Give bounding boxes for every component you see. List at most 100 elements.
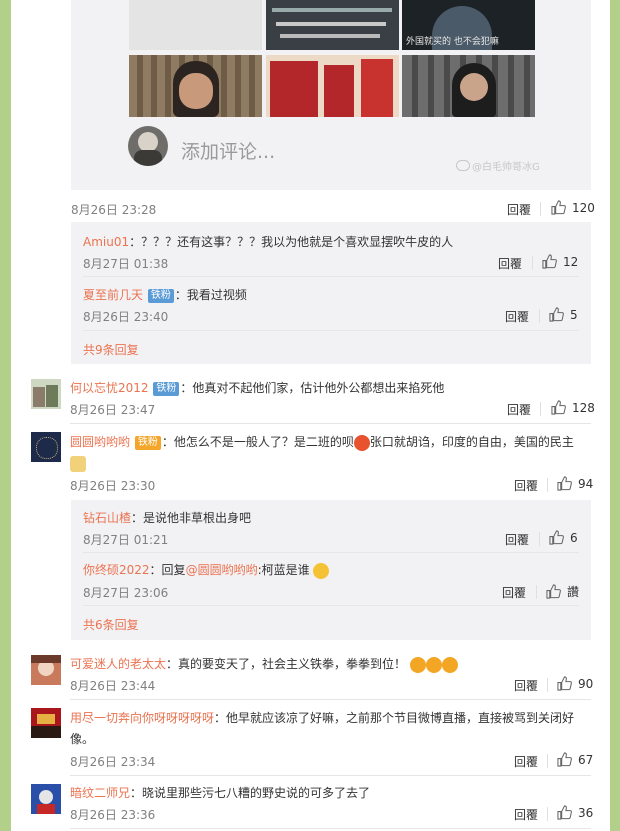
thumbs-up-icon — [549, 530, 564, 545]
reply-item: 钻石山楂：是说他非草根出身吧 — [83, 509, 251, 526]
like-button[interactable]: 6 — [549, 530, 578, 545]
post-image-4[interactable] — [129, 55, 262, 117]
divider — [540, 402, 541, 416]
like-label: 讚 — [567, 585, 580, 599]
like-count: 94 — [578, 476, 594, 491]
like-button[interactable]: 讚 — [546, 583, 579, 600]
comment-timestamp: 8月26日 23:36 — [70, 808, 156, 822]
thumbs-up-icon — [551, 200, 566, 215]
divider — [536, 585, 537, 599]
divider — [547, 807, 548, 821]
divider — [547, 754, 548, 768]
reply-button[interactable]: 回覆 — [507, 201, 531, 218]
reply-button[interactable]: 回覆 — [498, 255, 522, 272]
reply-timestamp: 8月27日 01:21 — [83, 533, 169, 547]
reply-username[interactable]: 你终硕2022 — [83, 563, 150, 577]
like-count: 36 — [578, 805, 594, 820]
like-count: 6 — [570, 530, 578, 545]
comment-input[interactable]: 添加评论... — [181, 137, 275, 164]
reply-timestamp: 8月27日 01:38 — [83, 257, 169, 271]
comment-username[interactable]: 何以忘忧2012 — [70, 381, 149, 395]
reply-timestamp: 8月27日 23:06 — [83, 586, 169, 600]
watermark-text: @白毛帅哥冰G — [472, 162, 540, 173]
comment-item: 暗纹二师兄：晓说里那些污七八糟的野史说的可多了去了 — [70, 784, 370, 801]
divider — [540, 202, 541, 216]
fan-badge: 铁粉 — [147, 288, 174, 303]
reply-username[interactable]: 钻石山楂 — [83, 511, 131, 525]
comment-username[interactable]: 可爱迷人的老太太 — [70, 657, 166, 671]
thumbs-up-icon — [557, 805, 572, 820]
reply-item: Amiu01：？？？还有这事？？？我以为他就是个喜欢显摆吹牛皮的人 — [83, 233, 453, 250]
reply-text: ：我看过视频 — [174, 288, 247, 302]
reply-button[interactable]: 回覆 — [505, 531, 529, 548]
comment-username[interactable]: 用尽一切奔向你呀呀呀呀呀 — [70, 711, 214, 725]
comment-timestamp: 8月26日 23:34 — [70, 755, 156, 769]
wow-emoji-icon — [441, 656, 458, 673]
like-button[interactable]: 120 — [551, 200, 595, 215]
thumbs-up-icon — [557, 752, 572, 767]
reply-username[interactable]: 夏至前几天 — [83, 288, 143, 302]
post-image-1[interactable] — [129, 0, 262, 50]
like-button[interactable]: 5 — [549, 307, 578, 322]
reply-timestamp: 8月26日 23:40 — [83, 310, 169, 324]
like-button[interactable]: 128 — [551, 400, 595, 415]
divider — [539, 309, 540, 323]
comment-username[interactable]: 圆圆哟哟哟 — [70, 435, 130, 449]
grin-emoji-icon — [313, 562, 330, 579]
fan-badge: 铁粉 — [134, 435, 161, 450]
like-count: 90 — [578, 676, 594, 691]
divider — [70, 828, 591, 829]
reply-text: ：回复 — [149, 563, 186, 577]
like-button[interactable]: 67 — [557, 752, 593, 767]
comment-username[interactable]: 暗纹二师兄 — [70, 786, 130, 800]
avatar[interactable] — [31, 784, 61, 814]
comment-timestamp: 8月26日 23:47 — [70, 403, 156, 417]
thumbs-up-icon — [557, 676, 572, 691]
wow-emoji-icon — [409, 656, 426, 673]
post-image-5[interactable] — [266, 55, 399, 117]
comment-timestamp: 8月26日 23:44 — [70, 679, 156, 693]
wow-emoji-icon — [425, 656, 442, 673]
user-avatar[interactable] — [128, 126, 168, 166]
mention-link[interactable]: @圆圆哟哟哟 — [186, 563, 258, 577]
reply-text-cont: :柯蓝是谁 — [257, 563, 310, 577]
watermark: @白毛帅哥冰G — [456, 158, 540, 173]
like-button[interactable]: 90 — [557, 676, 593, 691]
angry-emoji-icon — [353, 434, 370, 451]
fan-badge: 铁粉 — [153, 381, 180, 396]
like-button[interactable]: 36 — [557, 805, 593, 820]
reply-username[interactable]: Amiu01 — [83, 235, 129, 249]
more-replies-link[interactable]: 共9条回复 — [83, 341, 139, 358]
divider — [83, 330, 579, 331]
more-replies-link[interactable]: 共6条回复 — [83, 616, 139, 633]
avatar[interactable] — [31, 379, 61, 409]
reply-button[interactable]: 回覆 — [514, 677, 538, 694]
comment-text: ：晓说里那些污七八糟的野史说的可多了去了 — [130, 786, 371, 800]
comment-item: 可爱迷人的老太太：真的要变天了，社会主义铁拳，拳拳到位！ — [70, 655, 458, 673]
like-button[interactable]: 12 — [542, 254, 578, 269]
thumbs-up-icon — [551, 400, 566, 415]
reply-button[interactable]: 回覆 — [507, 401, 531, 418]
post-timestamp: 8月26日 23:28 — [71, 203, 157, 217]
thumbs-up-icon — [546, 584, 561, 599]
reply-button[interactable]: 回覆 — [514, 477, 538, 494]
like-count: 128 — [572, 400, 595, 415]
reply-button[interactable]: 回覆 — [505, 308, 529, 325]
reply-button[interactable]: 回覆 — [502, 584, 526, 601]
comment-text: ：他怎么不是一般人了？是二班的呗 — [161, 435, 354, 449]
avatar[interactable] — [31, 655, 61, 685]
post-image-3[interactable]: 外国就买的 也不会犯嘛 — [402, 0, 535, 50]
like-button[interactable]: 94 — [557, 476, 593, 491]
avatar[interactable] — [31, 432, 61, 462]
divider — [83, 276, 579, 277]
reply-text: ：是说他非草根出身吧 — [131, 511, 252, 525]
comment-item: 用尽一切奔向你呀呀呀呀呀：他早就应该凉了好嘛，之前那个节目微博直播，直接被骂到关… — [70, 708, 596, 750]
comment-text: ：他真对不起他们家，估计他外公都想出来掐死他 — [180, 381, 445, 395]
reply-button[interactable]: 回覆 — [514, 806, 538, 823]
avatar[interactable] — [31, 708, 61, 738]
post-image-6[interactable] — [402, 55, 535, 117]
comment-text: ：真的要变天了，社会主义铁拳，拳拳到位！ — [166, 657, 407, 671]
post-image-2[interactable] — [266, 0, 399, 50]
divider — [70, 699, 591, 700]
reply-button[interactable]: 回覆 — [514, 753, 538, 770]
